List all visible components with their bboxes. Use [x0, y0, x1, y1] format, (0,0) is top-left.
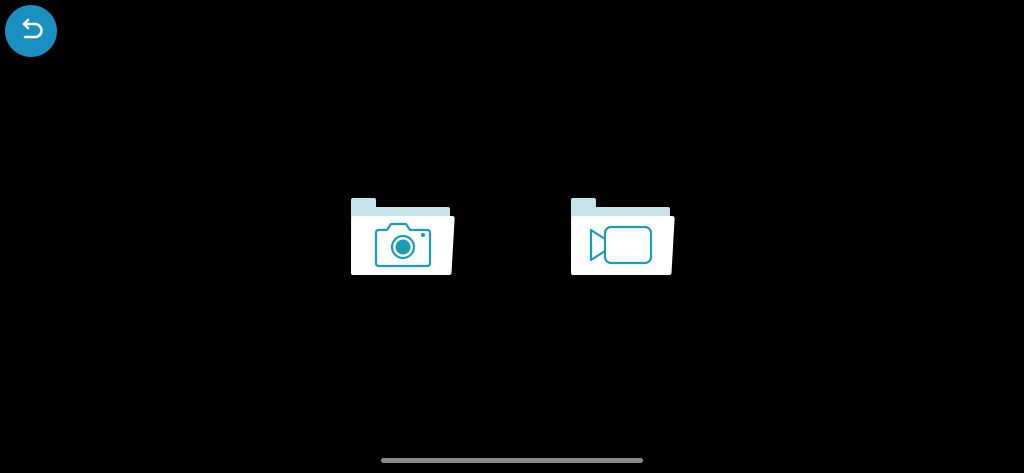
back-button[interactable]	[5, 5, 57, 57]
photos-folder[interactable]	[348, 197, 456, 279]
videos-folder[interactable]	[568, 197, 676, 279]
folder-icon	[571, 198, 675, 275]
app-screen	[0, 0, 1024, 473]
folder-icon	[351, 198, 455, 275]
back-arrow-icon	[22, 18, 43, 39]
home-indicator[interactable]	[381, 458, 643, 463]
